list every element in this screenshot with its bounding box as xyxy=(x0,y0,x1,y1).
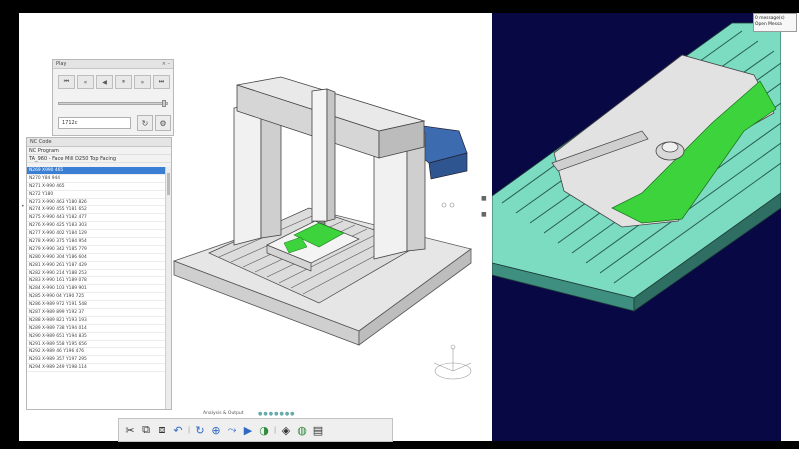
nc-code-title: NC Code xyxy=(30,139,52,145)
nc-code-line[interactable]: N282 X-990 214 Y188 253 xyxy=(27,270,166,278)
collision-icon[interactable]: ◈ xyxy=(279,422,293,438)
pause-icon[interactable]: ⏸ xyxy=(115,75,132,89)
viewport-marker-icon: • xyxy=(21,203,25,210)
nc-code-line[interactable]: N269 X990 465 xyxy=(27,167,166,175)
toolbar-separator: │ xyxy=(273,426,277,434)
gear-icon[interactable]: ⚙ xyxy=(155,115,171,131)
nc-code-line[interactable]: N280 X-990 304 Y186 604 xyxy=(27,254,166,262)
screen: • ■ ■ Play × – ⏮ « ◀ ⏸ » ⏭ 1712c ↻ ⚙ NC … xyxy=(0,0,799,449)
slider-thumb[interactable] xyxy=(161,100,166,107)
right-edge-panel xyxy=(781,13,799,441)
nc-code-line[interactable]: N276 X-990 425 Y183 303 xyxy=(27,222,166,231)
nc-code-line[interactable]: N292 X-989 46 Y196 476 xyxy=(27,348,166,357)
last-icon[interactable]: ⏭ xyxy=(153,75,170,89)
main-toolbar: ✂ ⧉ ⧈ ↶ │ ↻ ⊕ ⤳ ▶ ◑ │ ◈ ◍ ▤ xyxy=(118,418,393,442)
nc-code-line[interactable]: N270 Y84 944 xyxy=(27,175,166,183)
nc-code-line[interactable]: N273 X-990 463 Y180 826 xyxy=(27,199,166,207)
refresh-icon[interactable]: ↻ xyxy=(137,115,153,131)
open-messages-link[interactable]: Open Messa xyxy=(755,22,795,28)
first-icon[interactable]: ⏮ xyxy=(58,75,75,89)
nc-code-line[interactable]: N291 X-989 558 Y195 656 xyxy=(27,341,166,349)
copy-icon[interactable]: ⧉ xyxy=(139,422,153,438)
nc-code-line[interactable]: N284 X-990 103 Y189 901 xyxy=(27,285,166,294)
forward-icon[interactable]: » xyxy=(134,75,151,89)
tool-path-icon[interactable]: ⤳ xyxy=(225,422,239,438)
view-triad xyxy=(433,344,472,380)
nc-code-panel: NC Code NC Program TA_960 - Face Mill D2… xyxy=(26,137,172,410)
step-back-icon[interactable]: ◀ xyxy=(96,75,113,89)
nc-code-line[interactable]: N279 X-990 342 Y185 779 xyxy=(27,246,166,254)
nc-code-line[interactable]: N274 X-990 455 Y181 652 xyxy=(27,206,166,215)
nc-code-line[interactable]: N285 X-990 04 Y190 725 xyxy=(27,293,166,302)
play-panel: Play × – ⏮ «◀ ⏸» ⏭ 1712c ↻ ⚙ xyxy=(52,59,174,136)
simulation-viewport[interactable] xyxy=(492,13,781,441)
nc-code-line[interactable]: N271 X-990 465 xyxy=(27,183,166,191)
nc-code-line[interactable]: N286 X-989 972 Y191 548 xyxy=(27,301,166,310)
cut-icon[interactable]: ✂ xyxy=(123,422,137,438)
toolbar-separator: │ xyxy=(187,426,191,434)
undo-icon[interactable]: ↶ xyxy=(171,422,185,438)
nc-code-line[interactable]: N287 X-989 899 Y192 37 xyxy=(27,309,166,317)
simulation-table-graphic xyxy=(492,22,781,312)
playback-controls: ⏮ «◀ ⏸» ⏭ xyxy=(58,75,170,89)
simulate-icon[interactable]: ▶ xyxy=(241,422,255,438)
rewind-icon[interactable]: « xyxy=(77,75,94,89)
panel-page-dots[interactable]: ●●●●●●● xyxy=(258,411,296,417)
nc-code-list[interactable]: N269 X990 465 N270 Y84 944 N271 X-990 465 N… xyxy=(27,167,166,409)
reset-view-icon[interactable]: ↻ xyxy=(193,422,207,438)
nc-code-line[interactable]: N277 X-990 402 Y184 129 xyxy=(27,230,166,239)
measure-icon[interactable]: ◍ xyxy=(295,422,309,438)
nc-code-line[interactable]: N289 X-989 738 Y194 014 xyxy=(27,325,166,333)
analysis-output-label[interactable]: Analysis & Output xyxy=(203,411,244,416)
speed-input[interactable]: 1712c xyxy=(58,117,131,129)
nc-code-line[interactable]: N293 X-989 357 Y197 295 xyxy=(27,356,166,365)
nc-code-header[interactable]: NC Code xyxy=(27,138,171,147)
play-panel-title: Play xyxy=(56,61,67,67)
nc-program-label: NC Program xyxy=(27,147,171,155)
nc-code-line[interactable]: N272 Y180 xyxy=(27,191,166,199)
nc-code-line[interactable]: N283 X-990 161 Y189 078 xyxy=(27,277,166,286)
paste-icon[interactable]: ⧈ xyxy=(155,422,169,438)
nc-code-line[interactable]: N278 X-990 375 Y184 954 xyxy=(27,238,166,246)
viewport-side-icon-2[interactable]: ■ xyxy=(481,211,487,218)
report-icon[interactable]: ▤ xyxy=(311,422,325,438)
add-operation-icon[interactable]: ⊕ xyxy=(209,422,223,438)
nc-scrollbar[interactable] xyxy=(165,167,171,409)
nc-operation-label[interactable]: TA_960 - Face Mill D250 Top Facing xyxy=(27,155,171,163)
scrollbar-thumb[interactable] xyxy=(167,173,170,195)
nc-code-line[interactable]: N281 X-990 261 Y187 429 xyxy=(27,262,166,270)
playback-speed-slider[interactable] xyxy=(58,100,168,107)
nc-code-line[interactable]: N294 X-989 249 Y198 114 xyxy=(27,364,166,373)
panel-window-controls[interactable]: × – xyxy=(162,60,170,69)
viewport-side-icon[interactable]: ■ xyxy=(481,195,487,202)
nc-code-line[interactable]: N288 X-989 821 Y193 193 xyxy=(27,317,166,325)
message-notification[interactable]: 0 message(s) Open Messa xyxy=(753,13,797,32)
play-panel-header[interactable]: Play × – xyxy=(53,60,173,69)
nc-code-line[interactable]: N290 X-989 651 Y194 835 xyxy=(27,333,166,341)
nc-code-line[interactable]: N275 X-990 443 Y182 477 xyxy=(27,214,166,223)
verify-icon[interactable]: ◑ xyxy=(257,422,271,438)
